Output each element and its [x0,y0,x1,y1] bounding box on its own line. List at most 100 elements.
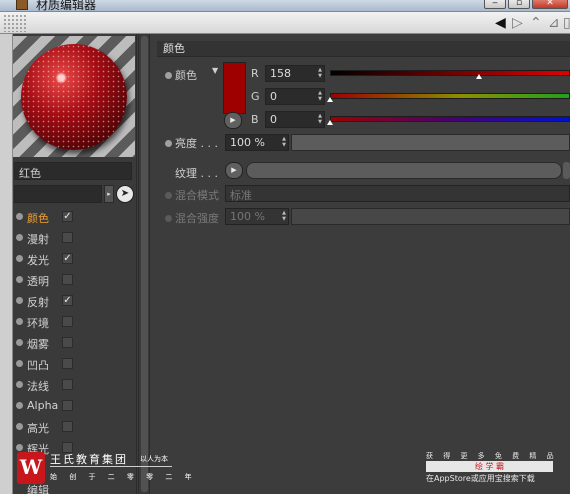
channel-item[interactable]: 颜色 ✓ [13,208,137,226]
channel-label: 法线 [27,380,49,393]
minimize-button[interactable]: ‒ [484,0,506,9]
attributes-panel: 颜色 颜色 ▼ ▶ R 158 ▲ ▼ G 0 ▲ ▼ B 0 ▲ ▼ 亮度 . . . 1… [157,34,570,494]
channel-item[interactable]: 凹凸 [13,355,137,373]
channel-checkbox[interactable] [62,358,73,369]
b-slider-marker[interactable] [327,120,333,125]
channel-label: 高光 [27,422,49,435]
watermark-brand: 王氏教育集团 [50,453,128,466]
blend-strength-slider[interactable] [291,208,570,225]
g-label: G [251,90,260,103]
channel-checkbox[interactable] [62,337,73,348]
pointer-icon[interactable]: ➤ [116,185,134,203]
brand-logo: W [17,452,45,484]
watermark-slogan: 以人为本 [140,455,168,463]
r-slider-marker[interactable] [475,74,482,79]
preview-sphere [21,44,127,150]
r-label: R [251,67,259,80]
channel-anim-dot[interactable] [16,360,23,367]
blend-strength-anim-dot [165,215,172,222]
channel-anim-dot[interactable] [16,234,23,241]
b-field[interactable]: 0 ▲ ▼ [265,111,325,128]
channel-item[interactable]: 环境 [13,313,137,331]
channel-anim-dot[interactable] [16,297,23,304]
channel-checkbox[interactable] [62,232,73,243]
watermark-promo-line2: 绘 学 霸 [426,461,553,472]
channel-checkbox[interactable] [62,421,73,432]
brightness-field[interactable]: 100 % ▲ ▼ [225,134,289,151]
blend-mode-label: 混合模式 [175,189,219,202]
channel-anim-dot[interactable] [16,402,23,409]
channel-anim-dot[interactable] [16,318,23,325]
up-arrow-icon[interactable]: ⌃ [530,15,542,31]
channel-checkbox[interactable] [62,400,73,411]
pin-icon[interactable]: ⊿ [548,15,560,31]
maximize-button[interactable]: ▫ [508,0,530,9]
texture-scroll-handle[interactable] [563,162,570,179]
channel-item[interactable]: 高光 [13,418,137,436]
left-edge-strip [0,34,13,494]
material-menu-button[interactable]: ▸ [104,185,114,203]
channel-anim-dot[interactable] [16,339,23,346]
g-field[interactable]: 0 ▲ ▼ [265,88,325,105]
material-path-field[interactable] [14,185,102,203]
material-name-field[interactable]: 红色 [14,162,132,180]
g-slider[interactable] [330,93,570,99]
channel-item[interactable]: 漫射 [13,229,137,247]
title-bar: 材质编辑器 ‒ ▫ ✕ [0,0,570,12]
channel-label: 凹凸 [27,359,49,372]
color-anim-dot[interactable] [165,72,172,79]
brightness-anim-dot[interactable] [165,140,172,147]
b-slider[interactable] [330,116,570,122]
grip-handle[interactable] [3,14,27,32]
channel-checkbox[interactable] [62,274,73,285]
brightness-label: 亮度 . . . [175,137,218,150]
channel-checkbox[interactable] [62,316,73,327]
channel-anim-dot[interactable] [16,423,23,430]
channel-label: 环境 [27,317,49,330]
channel-checkbox[interactable] [62,379,73,390]
panel-icon[interactable]: ▯ [563,15,570,31]
channel-anim-dot[interactable] [16,276,23,283]
channel-label: 颜色 [27,212,49,225]
texture-expand-button[interactable]: ▶ [225,162,243,179]
channel-anim-dot[interactable] [16,444,23,451]
channel-item[interactable]: 反射 ✓ [13,292,137,310]
channel-item[interactable]: Alpha [13,397,137,415]
channel-anim-dot[interactable] [16,381,23,388]
g-slider-marker[interactable] [327,97,333,102]
channel-item[interactable]: 烟雾 [13,334,137,352]
blend-mode-select[interactable]: 标准 [225,185,570,202]
watermark-promo-line3: 在AppStore或应用宝搜索下载 [426,474,535,483]
left-scrollbar[interactable] [138,34,150,494]
color-swatch[interactable] [223,62,246,114]
color-expand-button[interactable]: ▶ [224,112,242,129]
color-label: 颜色 [175,69,197,82]
b-label: B [251,113,259,126]
brightness-slider[interactable] [291,134,570,151]
watermark-tagline: 始 创 于 二 零 零 二 年 [50,473,197,481]
forward-arrow-icon[interactable]: ▷ [512,15,523,31]
close-button[interactable]: ✕ [532,0,568,9]
swatch-dropdown-icon[interactable]: ▼ [212,66,218,75]
blend-mode-anim-dot [165,192,172,199]
channel-anim-dot[interactable] [16,255,23,262]
watermark-divider [50,466,172,467]
channel-checkbox[interactable]: ✓ [62,253,73,264]
r-field[interactable]: 158 ▲ ▼ [265,65,325,82]
channel-label: Alpha [27,399,59,412]
channel-item[interactable]: 透明 [13,271,137,289]
channel-item[interactable]: 发光 ✓ [13,250,137,268]
back-arrow-icon[interactable]: ◀ [495,15,506,31]
r-slider[interactable] [330,70,570,76]
texture-field[interactable] [246,162,562,179]
section-header: 颜色 [157,41,570,57]
channel-item[interactable]: 法线 [13,376,137,394]
app-icon [16,0,28,10]
blend-strength-field[interactable]: 100 % ▲ ▼ [225,208,289,225]
blend-strength-label: 混合强度 [175,212,219,225]
material-preview[interactable] [13,36,135,157]
texture-label: 纹理 . . . [175,167,218,180]
channel-anim-dot[interactable] [16,213,23,220]
channel-checkbox[interactable]: ✓ [62,211,73,222]
channel-checkbox[interactable]: ✓ [62,295,73,306]
